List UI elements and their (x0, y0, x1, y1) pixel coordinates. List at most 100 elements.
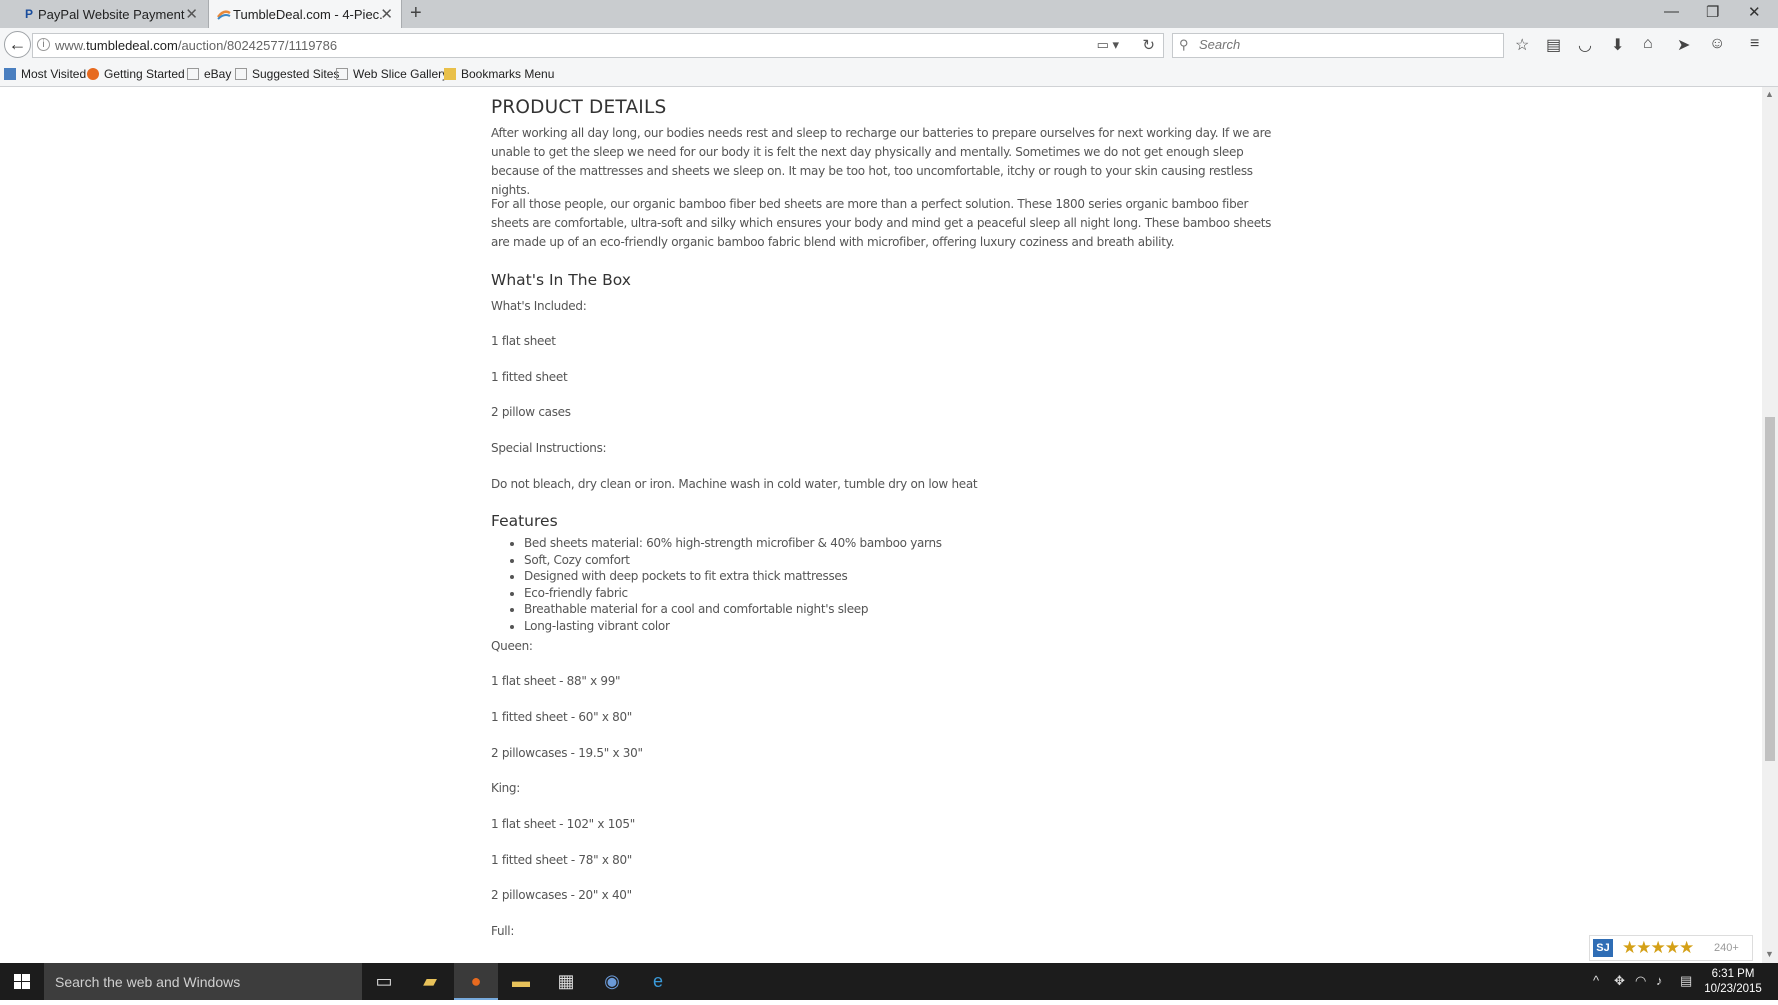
minimize-icon[interactable]: — (1664, 3, 1679, 20)
firefox-icon (87, 68, 99, 80)
included-item: 1 fitted sheet (491, 370, 568, 384)
start-button[interactable] (0, 963, 44, 1000)
bookmarks-list-icon[interactable]: ▤ (1546, 35, 1561, 55)
tumbledeal-icon (217, 7, 231, 21)
show-hidden-icons[interactable]: ^ (1593, 973, 1599, 988)
special-instructions-text: Do not bleach, dry clean or iron. Machin… (491, 477, 978, 491)
taskbar: Search the web and Windows ▭ ▰ ● ▬ ▦ ◉ e… (0, 963, 1778, 1000)
feature-item: Eco-friendly fabric (524, 585, 942, 602)
url-host: tumbledeal.com (86, 38, 178, 53)
clock-time: 6:31 PM (1711, 968, 1755, 980)
menu-icon[interactable]: ≡ (1750, 35, 1759, 53)
taskbar-search-placeholder: Search the web and Windows (55, 974, 241, 990)
search-icon: ⚲ (1179, 37, 1189, 52)
file-explorer-icon[interactable]: ▰ (408, 963, 452, 1000)
feature-item: Designed with deep pockets to fit extra … (524, 568, 942, 585)
bookmark-most-visited[interactable]: Most Visited (4, 67, 86, 81)
feature-item: Long-lasting vibrant color (524, 618, 942, 635)
review-count: 240+ (1714, 942, 1739, 954)
volume-icon[interactable]: ♪ (1656, 973, 1663, 988)
task-view-icon[interactable]: ▭ (362, 963, 406, 1000)
page-scrollbar[interactable]: ▲ ▼ (1762, 87, 1778, 963)
windows-logo-icon (14, 974, 30, 989)
product-details-heading: PRODUCT DETAILS (491, 97, 667, 118)
new-tab-button[interactable]: + (410, 2, 422, 25)
tab-paypal[interactable]: P PayPal Website Payment ... ✕ (14, 0, 206, 28)
feature-item: Soft, Cozy comfort (524, 552, 942, 569)
king-size-item: 1 flat sheet - 102" x 105" (491, 817, 635, 831)
special-instructions-label: Special Instructions: (491, 441, 607, 455)
url-path: /auction/80242577/1119786 (177, 38, 338, 53)
included-item: 2 pillow cases (491, 405, 571, 419)
feature-item: Bed sheets material: 60% high-strength m… (524, 535, 942, 552)
scroll-down-icon[interactable]: ▼ (1765, 949, 1774, 959)
page-icon (336, 68, 348, 80)
king-size-label: King: (491, 781, 520, 795)
action-center-icon[interactable]: ▤ (1680, 973, 1692, 989)
whats-included-label: What's Included: (491, 299, 587, 313)
scroll-up-icon[interactable]: ▲ (1765, 89, 1774, 99)
firefox-taskbar-icon[interactable]: ● (454, 963, 498, 1000)
url-bar[interactable]: i www.tumbledeal.com/auction/80242577/11… (32, 33, 1164, 58)
queen-size-item: 2 pillowcases - 19.5" x 30" (491, 746, 643, 760)
features-heading: Features (491, 512, 558, 530)
folder-taskbar-icon[interactable]: ▬ (499, 963, 543, 1000)
bookmark-ebay[interactable]: eBay (187, 67, 231, 81)
restore-icon[interactable]: ❐ (1706, 3, 1719, 21)
close-tab-icon[interactable]: ✕ (380, 5, 393, 23)
description-paragraph-2: For all those people, our organic bamboo… (491, 197, 1272, 249)
close-window-icon[interactable]: ✕ (1748, 3, 1761, 21)
pocket-icon[interactable]: ◡ (1578, 35, 1592, 55)
features-list: Bed sheets material: 60% high-strength m… (491, 535, 942, 635)
navigation-bar: ← i www.tumbledeal.com/auction/80242577/… (0, 28, 1778, 63)
thunderbird-icon[interactable]: ◉ (590, 963, 634, 1000)
whats-in-box-heading: What's In The Box (491, 271, 631, 289)
paypal-icon: P (24, 7, 33, 21)
description-paragraph-1: After working all day long, our bodies n… (491, 126, 1272, 197)
bookmark-label: Web Slice Gallery (353, 67, 449, 81)
scrollbar-thumb[interactable] (1765, 417, 1775, 761)
tab-tumbledeal[interactable]: TumbleDeal.com - 4-Piec... ✕ (208, 0, 402, 28)
bookmarks-bar: Most Visited Getting Started eBay Sugges… (0, 63, 1778, 87)
reload-icon[interactable]: ↻ (1142, 36, 1155, 54)
queen-size-label: Queen: (491, 639, 533, 653)
page-content: PRODUCT DETAILS After working all day lo… (0, 87, 1762, 963)
sitejabber-badge: SJ (1593, 939, 1613, 957)
site-info-icon[interactable]: i (37, 38, 50, 51)
full-size-label: Full: (491, 924, 515, 938)
bookmark-label: Most Visited (21, 67, 87, 81)
network-icon[interactable]: ◠ (1635, 973, 1646, 989)
bookmark-web-slice-gallery[interactable]: Web Slice Gallery (336, 67, 448, 81)
folder-icon (444, 68, 456, 80)
download-icon[interactable]: ⬇ (1611, 35, 1624, 55)
bookmark-label: Getting Started (104, 67, 185, 81)
page-icon (235, 68, 247, 80)
share-icon[interactable]: ➤ (1677, 35, 1690, 55)
queen-size-item: 1 flat sheet - 88" x 99" (491, 674, 621, 688)
url-text[interactable]: www.tumbledeal.com/auction/80242577/1119… (55, 38, 337, 53)
system-clock[interactable]: 6:31 PM 10/23/2015 (1698, 967, 1768, 997)
bookmark-suggested-sites[interactable]: Suggested Sites (235, 67, 339, 81)
bookmark-star-icon[interactable]: ☆ (1515, 35, 1529, 55)
feature-item: Breathable material for a cool and comfo… (524, 601, 942, 618)
king-size-item: 2 pillowcases - 20" x 40" (491, 888, 632, 902)
tab-title: PayPal Website Payment ... (38, 6, 188, 22)
close-tab-icon[interactable]: ✕ (185, 5, 198, 23)
back-button[interactable]: ← (4, 31, 31, 58)
star-rating: ★★★★★ (1622, 938, 1694, 957)
calculator-icon[interactable]: ▦ (544, 963, 588, 1000)
search-bar[interactable]: ⚲ (1172, 33, 1504, 58)
page-icon (187, 68, 199, 80)
tray-app-icon[interactable]: ✥ (1614, 973, 1625, 989)
home-icon[interactable]: ⌂ (1643, 35, 1653, 53)
chat-icon[interactable]: ☺ (1709, 35, 1725, 53)
search-input[interactable] (1197, 36, 1491, 53)
bookmark-label: Bookmarks Menu (461, 67, 555, 81)
internet-explorer-icon[interactable]: e (636, 963, 680, 1000)
rating-widget[interactable]: SJ ★★★★★ 240+ (1589, 935, 1753, 961)
bookmark-getting-started[interactable]: Getting Started (87, 67, 185, 81)
taskbar-search[interactable]: Search the web and Windows (44, 963, 362, 1000)
most-visited-icon (4, 68, 16, 80)
bookmark-bookmarks-menu[interactable]: Bookmarks Menu (444, 67, 554, 81)
reader-view-icon[interactable]: ▭ ▾ (1097, 37, 1119, 53)
